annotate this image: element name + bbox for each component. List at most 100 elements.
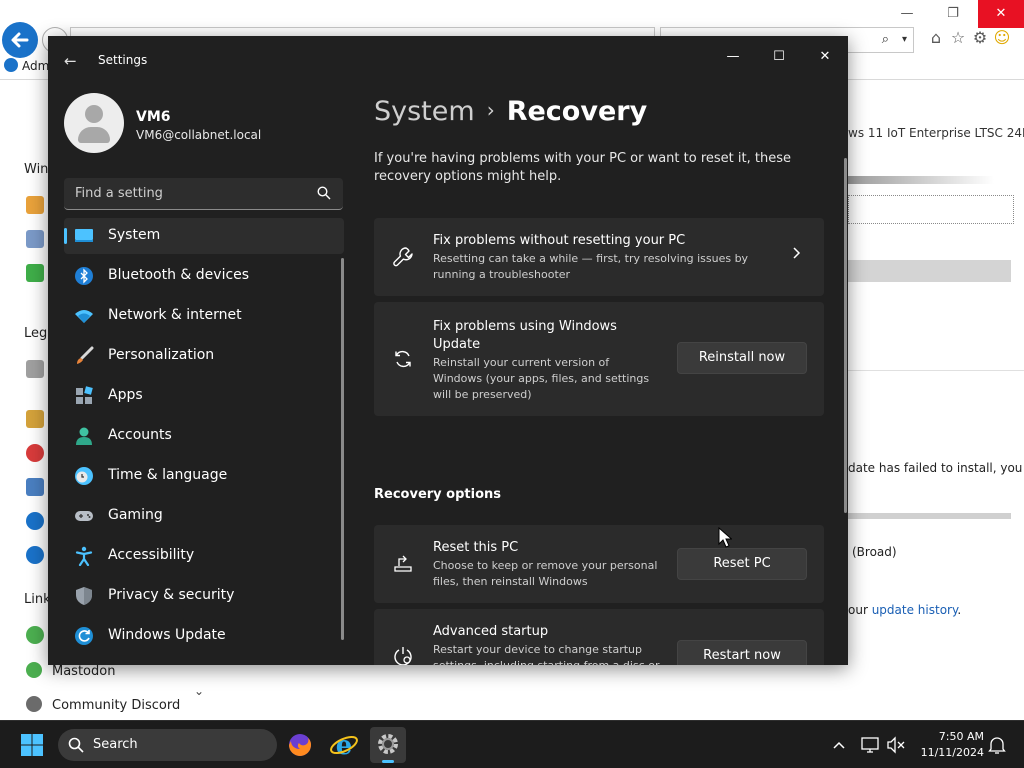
find-setting-box[interactable] bbox=[64, 178, 343, 210]
nav-label: Network & internet bbox=[108, 307, 242, 323]
update-history-line: our update history. bbox=[848, 603, 962, 617]
windows-start-icon[interactable] bbox=[20, 733, 44, 757]
taskbar: Search e 7:50 AM 11/11/2024 bbox=[0, 720, 1024, 768]
internet-explorer-icon: e bbox=[330, 731, 358, 761]
browser-close-button[interactable]: ✕ bbox=[978, 0, 1024, 28]
info-icon[interactable] bbox=[26, 546, 44, 564]
nav-label: System bbox=[108, 227, 161, 243]
firefox-icon bbox=[289, 734, 311, 756]
nav-item-privacy-security[interactable]: Privacy & security bbox=[64, 578, 344, 614]
active-indicator bbox=[382, 760, 394, 763]
sidebar-heading: Link bbox=[24, 592, 51, 607]
link-label: Mastodon bbox=[52, 664, 116, 679]
reset-pc-button[interactable]: Reset PC bbox=[677, 548, 807, 580]
minimize-button[interactable]: — bbox=[710, 42, 756, 72]
nav-label: Time & language bbox=[108, 467, 228, 483]
divider bbox=[848, 370, 1024, 371]
paintbrush-icon bbox=[77, 346, 94, 364]
nav-label: Apps bbox=[108, 387, 143, 403]
system-clock[interactable]: 7:50 AM 11/11/2024 bbox=[912, 729, 984, 761]
back-arrow-icon[interactable]: ← bbox=[64, 52, 77, 70]
settings-icon[interactable] bbox=[26, 360, 44, 378]
taskbar-settings[interactable] bbox=[370, 727, 406, 763]
taskbar-search-label: Search bbox=[93, 737, 138, 752]
nav-scrollbar[interactable] bbox=[341, 258, 344, 640]
sidebar-link-community-discord[interactable]: Community Discord bbox=[26, 696, 180, 713]
user-email: VM6@collabnet.local bbox=[136, 128, 262, 142]
nav-item-windows-update[interactable]: Windows Update bbox=[64, 618, 344, 654]
gear-icon[interactable]: ⚙ bbox=[969, 28, 991, 47]
taskbar-search[interactable]: Search bbox=[58, 729, 277, 761]
windows-update-icon bbox=[75, 627, 93, 645]
avatar[interactable] bbox=[64, 93, 124, 153]
reinstall-now-button[interactable]: Reinstall now bbox=[677, 342, 807, 374]
volume-muted-icon[interactable] bbox=[886, 735, 906, 755]
link-label: Community Discord bbox=[52, 698, 181, 713]
search-icon bbox=[317, 186, 331, 200]
window-title: Settings bbox=[98, 53, 148, 67]
sidebar-heading: Win bbox=[24, 162, 49, 177]
sync-icon bbox=[395, 350, 411, 368]
system-display-icon bbox=[75, 229, 93, 242]
taskbar-firefox[interactable] bbox=[282, 727, 318, 763]
nav-item-accessibility[interactable]: Accessibility bbox=[64, 538, 344, 574]
globe-icon bbox=[26, 662, 42, 678]
close-button[interactable]: ✕ bbox=[802, 42, 848, 72]
history-icon[interactable] bbox=[26, 230, 44, 248]
nav-item-network[interactable]: Network & internet bbox=[64, 298, 344, 334]
browser-back-button[interactable] bbox=[2, 22, 38, 58]
nav-item-apps[interactable]: Apps bbox=[64, 378, 344, 414]
maximize-button[interactable]: ☐ bbox=[756, 42, 802, 72]
breadcrumb-system[interactable]: System bbox=[374, 96, 475, 127]
find-setting-input[interactable] bbox=[64, 178, 304, 209]
browser-tools: ⌂ ☆ ⚙ ☺ bbox=[925, 28, 1020, 50]
wrench-icon bbox=[393, 247, 413, 267]
advanced-startup-card: Advanced startup Restart your device to … bbox=[374, 609, 824, 665]
display-icon[interactable] bbox=[860, 735, 880, 755]
nav-item-time-language[interactable]: Time & language bbox=[64, 458, 344, 494]
home-icon[interactable]: ⌂ bbox=[925, 28, 947, 47]
title-bar: ← Settings — ☐ ✕ bbox=[48, 36, 848, 84]
nav-label: Gaming bbox=[108, 507, 163, 523]
search-icon: ⌕ bbox=[881, 32, 889, 47]
fix-without-reset-card[interactable]: Fix problems without resetting your PC R… bbox=[374, 218, 824, 296]
help-icon[interactable] bbox=[26, 512, 44, 530]
browser-restore-button[interactable]: ❐ bbox=[930, 0, 976, 28]
feedback-smiley-icon[interactable]: ☺ bbox=[991, 28, 1013, 47]
content-scrollbar[interactable] bbox=[844, 158, 847, 513]
update-history-link[interactable]: update history bbox=[872, 603, 958, 617]
taskbar-internet-explorer[interactable]: e bbox=[326, 727, 362, 763]
favorites-star-icon[interactable]: ☆ bbox=[947, 28, 969, 47]
error-icon[interactable] bbox=[26, 444, 44, 462]
update-failed-text: date has failed to install, you bbox=[848, 461, 1023, 475]
nav-label: Bluetooth & devices bbox=[108, 267, 250, 283]
nav-item-system[interactable]: System bbox=[64, 218, 344, 254]
clock-globe-icon bbox=[75, 467, 93, 485]
sidebar-heading: Leg bbox=[24, 326, 48, 341]
nav-item-personalization[interactable]: Personalization bbox=[64, 338, 344, 374]
restart-now-button[interactable]: Restart now bbox=[677, 640, 807, 665]
nav-label: Personalization bbox=[108, 347, 215, 363]
card-description: Reinstall your current version of Window… bbox=[433, 356, 650, 401]
chevron-up-icon[interactable] bbox=[832, 735, 846, 755]
disk-icon[interactable] bbox=[26, 478, 44, 496]
nav-item-gaming[interactable]: Gaming bbox=[64, 498, 344, 534]
background-content: ws 11 IoT Enterprise LTSC 24H2 date has … bbox=[848, 80, 1024, 720]
nav-item-bluetooth[interactable]: Bluetooth & devices bbox=[64, 258, 344, 294]
nav-item-accounts[interactable]: Accounts bbox=[64, 418, 344, 454]
reset-pc-icon bbox=[394, 555, 412, 572]
browser-minimize-button[interactable]: — bbox=[884, 0, 930, 28]
home-icon[interactable] bbox=[26, 196, 44, 214]
user-name: VM6 bbox=[136, 109, 171, 125]
globe-icon[interactable] bbox=[26, 626, 44, 644]
chevron-down-icon[interactable]: ⌄ bbox=[194, 684, 204, 698]
folder-icon[interactable] bbox=[26, 410, 44, 428]
notification-bell-icon[interactable] bbox=[988, 735, 1006, 755]
bluetooth-icon bbox=[75, 267, 93, 285]
browser-tab[interactable]: Adm bbox=[4, 58, 49, 76]
nav-label: Privacy & security bbox=[108, 587, 235, 603]
gamepad-icon bbox=[75, 511, 93, 521]
card-title: Fix problems without resetting your PC bbox=[433, 233, 686, 248]
gray-bar bbox=[848, 513, 1011, 519]
update-arrow-icon[interactable] bbox=[26, 264, 44, 282]
